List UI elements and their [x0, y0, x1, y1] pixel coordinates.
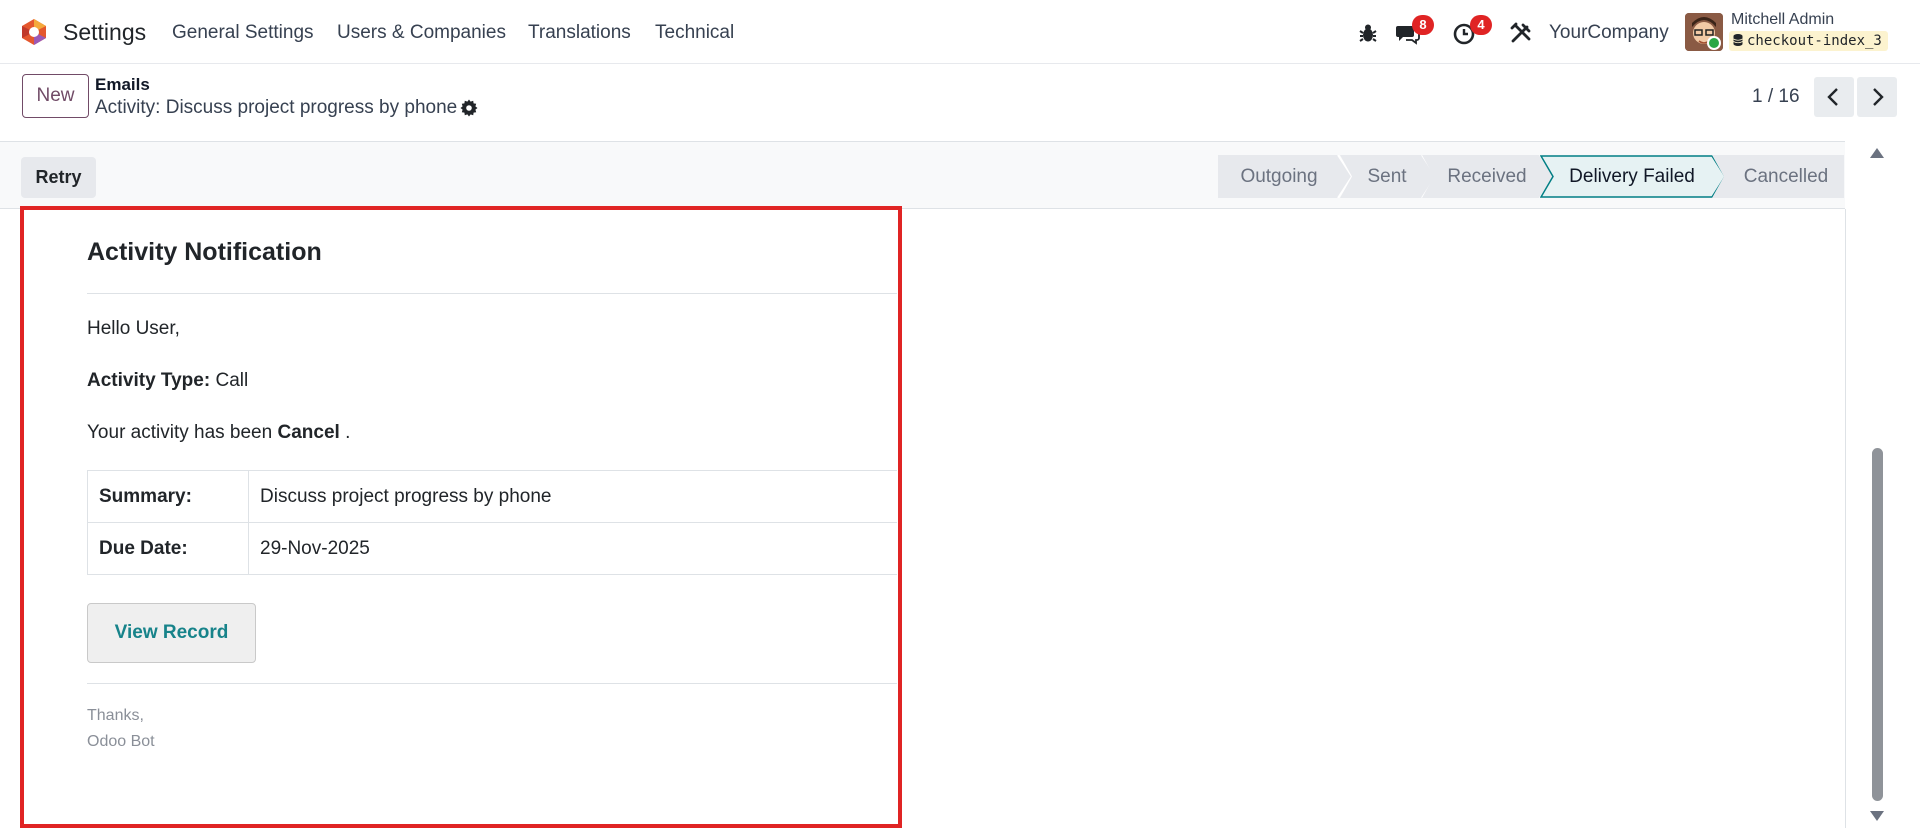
scroll-down-arrow-icon[interactable] — [1870, 811, 1884, 821]
due-date-label: Due Date: — [87, 522, 249, 575]
breadcrumb-emails[interactable]: Emails — [95, 75, 150, 95]
view-record-button[interactable]: View Record — [87, 603, 256, 663]
top-navbar: Settings General Settings Users & Compan… — [0, 0, 1920, 64]
app-name[interactable]: Settings — [63, 19, 146, 46]
gear-icon[interactable] — [460, 99, 478, 117]
chevron-right-icon — [1873, 88, 1884, 106]
email-divider-top — [87, 293, 897, 294]
new-button[interactable]: New — [22, 74, 89, 118]
table-row: Summary: Discuss project progress by pho… — [87, 470, 897, 523]
menu-translations[interactable]: Translations — [528, 22, 631, 44]
status-suffix: . — [345, 422, 351, 443]
tools-icon[interactable] — [1508, 20, 1534, 46]
table-row: Due Date: 29-Nov-2025 — [87, 522, 897, 575]
scrollbar-thumb[interactable] — [1872, 448, 1883, 801]
user-name[interactable]: Mitchell Admin — [1731, 11, 1834, 29]
presence-indicator — [1707, 36, 1721, 50]
activity-type-value: Call — [215, 370, 249, 391]
email-divider-bottom — [87, 683, 897, 684]
activity-details-table: Summary: Discuss project progress by pho… — [87, 470, 897, 575]
chevron-left-icon — [1827, 88, 1838, 106]
email-activity-type: Activity Type: Call — [87, 370, 248, 392]
stage-sent[interactable]: Sent — [1340, 155, 1436, 198]
email-thanks: Thanks, — [87, 707, 144, 724]
scroll-up-arrow-icon[interactable] — [1870, 148, 1884, 158]
form-statusbar: Retry Outgoing Sent Received Delivery Fa… — [0, 141, 1845, 209]
status-prefix: Your activity has been — [87, 422, 273, 443]
stage-cancelled[interactable]: Cancelled — [1712, 155, 1844, 198]
bug-icon[interactable] — [1355, 20, 1381, 46]
stage-received[interactable]: Received — [1422, 155, 1554, 198]
email-status-line: Your activity has been Cancel . — [87, 422, 350, 444]
pager-previous-button[interactable] — [1814, 77, 1854, 117]
email-signature: Odoo Bot — [87, 733, 155, 750]
pager-next-button[interactable] — [1857, 77, 1897, 117]
pager-value[interactable]: 1 / 16 — [1752, 86, 1800, 108]
summary-label: Summary: — [87, 470, 249, 523]
menu-users-companies[interactable]: Users & Companies — [337, 22, 506, 44]
company-switcher[interactable]: YourCompany — [1549, 22, 1669, 44]
record-title: Activity: Discuss project progress by ph… — [95, 97, 458, 118]
database-name: checkout-index_3 — [1747, 33, 1882, 49]
database-icon — [1733, 34, 1743, 46]
email-title: Activity Notification — [87, 238, 322, 266]
odoo-logo-icon[interactable] — [20, 18, 48, 46]
email-greeting: Hello User, — [87, 318, 180, 339]
menu-general-settings[interactable]: General Settings — [172, 22, 314, 44]
sheet-border — [1845, 209, 1846, 828]
status-value: Cancel — [277, 422, 340, 443]
retry-button[interactable]: Retry — [21, 157, 96, 198]
messages-badge: 8 — [1412, 15, 1434, 35]
due-date-value: 29-Nov-2025 — [248, 522, 897, 575]
activity-type-label: Activity Type: — [87, 370, 211, 391]
stage-delivery-failed[interactable]: Delivery Failed — [1540, 155, 1726, 198]
menu-technical[interactable]: Technical — [655, 22, 734, 44]
summary-value: Discuss project progress by phone — [248, 470, 897, 523]
stage-outgoing[interactable]: Outgoing — [1218, 155, 1352, 198]
database-tag: checkout-index_3 — [1729, 31, 1888, 51]
activities-badge: 4 — [1470, 15, 1492, 35]
